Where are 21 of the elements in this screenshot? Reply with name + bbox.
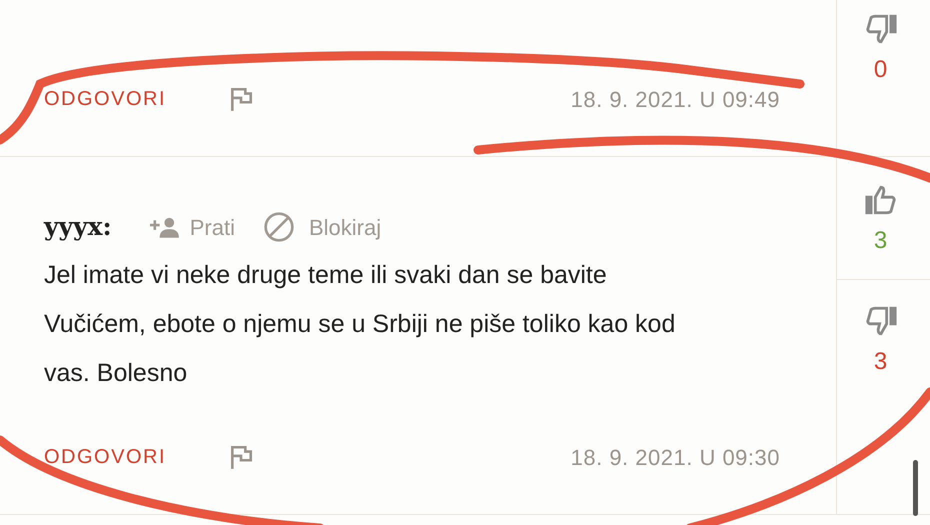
reply-link[interactable]: ODGOVORI — [44, 84, 166, 114]
follow-button[interactable]: Prati — [150, 210, 235, 244]
report-flag-button[interactable] — [228, 86, 254, 112]
author-name[interactable]: yyyx: — [44, 208, 112, 246]
block-button[interactable]: Blokiraj — [262, 210, 382, 244]
vote-count: 0 — [874, 55, 888, 85]
reply-link[interactable]: ODGOVORI — [44, 442, 166, 472]
vote-count: 3 — [874, 347, 888, 377]
block-icon — [262, 211, 295, 243]
report-flag-button[interactable] — [228, 444, 254, 470]
add-person-icon — [150, 216, 180, 238]
thumbs-down-button[interactable] — [864, 304, 898, 338]
vote-count: 3 — [874, 226, 888, 256]
thumbs-up-button[interactable] — [864, 183, 898, 217]
comment-date: 18. 9. 2021. U 09:30 — [570, 444, 780, 472]
flag-icon — [228, 444, 254, 470]
scrollbar[interactable] — [913, 460, 918, 516]
thumbs-down-button[interactable] — [864, 12, 898, 46]
comment-date: 18. 9. 2021. U 09:49 — [570, 86, 780, 114]
comment-text: Jel imate vi neke druge teme ili svaki dan se bavite Vučićem, ebote o njemu se u Srbiji ne piše toliko kao kod vas. Bolesno — [44, 260, 676, 389]
flag-icon — [228, 86, 254, 112]
